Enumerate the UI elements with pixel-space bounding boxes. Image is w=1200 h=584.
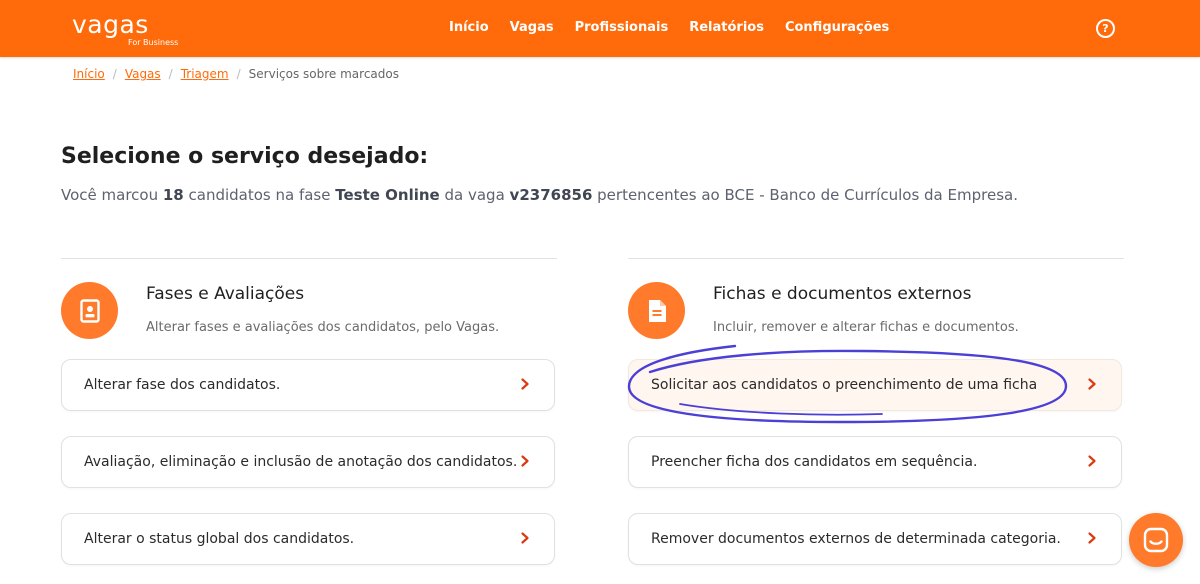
service-remover-documentos[interactable]: Remover documentos externos de determina…	[628, 513, 1122, 565]
service-status-global[interactable]: Alterar o status global dos candidatos.	[61, 513, 555, 565]
section-divider	[61, 258, 557, 259]
nav-inicio[interactable]: Início	[449, 20, 489, 35]
service-alterar-fase[interactable]: Alterar fase dos candidatos.	[61, 359, 555, 411]
phase-name: Teste Online	[335, 186, 440, 204]
chevron-right-icon	[1088, 378, 1096, 390]
candidate-count: 18	[162, 186, 184, 204]
desc-text: da vaga	[439, 186, 510, 204]
desc-text: pertencentes ao BCE - Banco de Currículo…	[592, 186, 1018, 204]
nav-relatorios[interactable]: Relatórios	[689, 20, 764, 35]
chat-icon	[1143, 527, 1169, 553]
service-avaliacao-eliminacao[interactable]: Avaliação, eliminação e inclusão de anot…	[61, 436, 555, 488]
service-label: Solicitar aos candidatos o preenchimento…	[651, 377, 1038, 393]
chevron-right-icon	[521, 532, 529, 544]
section-title-fases: Fases e Avaliações	[146, 284, 305, 304]
breadcrumb-triagem[interactable]: Triagem	[181, 67, 229, 81]
document-icon	[628, 282, 685, 339]
desc-text: Você marcou	[61, 186, 163, 204]
service-preencher-ficha[interactable]: Preencher ficha dos candidatos em sequên…	[628, 436, 1122, 488]
chat-launcher-button[interactable]	[1129, 513, 1183, 567]
service-label: Avaliação, eliminação e inclusão de anot…	[84, 454, 518, 470]
desc-text: candidatos na fase	[183, 186, 336, 204]
nav-configuracoes[interactable]: Configurações	[785, 20, 889, 35]
logo-text: vagas	[72, 10, 149, 39]
logo-subtext: For Business	[128, 38, 179, 47]
service-label: Preencher ficha dos candidatos em sequên…	[651, 454, 978, 470]
page-title: Selecione o serviço desejado:	[61, 144, 429, 169]
service-label: Remover documentos externos de determina…	[651, 531, 1061, 547]
job-code: v2376856	[509, 186, 593, 204]
service-label: Alterar o status global dos candidatos.	[84, 531, 355, 547]
nav-vagas[interactable]: Vagas	[510, 20, 554, 35]
id-badge-icon	[61, 282, 118, 339]
main-nav: Início Vagas Profissionais Relatórios Co…	[449, 20, 889, 35]
vagas-logo[interactable]: vagas For Business	[72, 10, 178, 48]
breadcrumb-separator: /	[168, 67, 173, 81]
section-title-fichas: Fichas e documentos externos	[713, 284, 972, 304]
breadcrumb-separator: /	[236, 67, 241, 81]
section-subtitle-fichas: Incluir, remover e alterar fichas e docu…	[713, 320, 1019, 335]
breadcrumb-vagas[interactable]: Vagas	[125, 67, 161, 81]
breadcrumb-separator: /	[112, 67, 117, 81]
help-icon[interactable]: ?	[1096, 19, 1115, 38]
top-navigation-bar: vagas For Business Início Vagas Profissi…	[0, 0, 1200, 57]
chevron-right-icon	[1088, 455, 1096, 467]
section-subtitle-fases: Alterar fases e avaliações dos candidato…	[146, 320, 500, 335]
section-divider	[628, 258, 1124, 259]
breadcrumb: Início / Vagas / Triagem / Serviços sobr…	[73, 67, 399, 81]
service-solicitar-ficha[interactable]: Solicitar aos candidatos o preenchimento…	[628, 359, 1122, 411]
breadcrumb-inicio[interactable]: Início	[73, 67, 105, 81]
page-description: Você marcou 18 candidatos na fase Teste …	[61, 186, 1018, 204]
chevron-right-icon	[1088, 532, 1096, 544]
nav-profissionais[interactable]: Profissionais	[575, 20, 669, 35]
chevron-right-icon	[521, 378, 529, 390]
service-label: Alterar fase dos candidatos.	[84, 377, 281, 393]
chevron-right-icon	[521, 455, 529, 467]
breadcrumb-current: Serviços sobre marcados	[248, 67, 399, 81]
